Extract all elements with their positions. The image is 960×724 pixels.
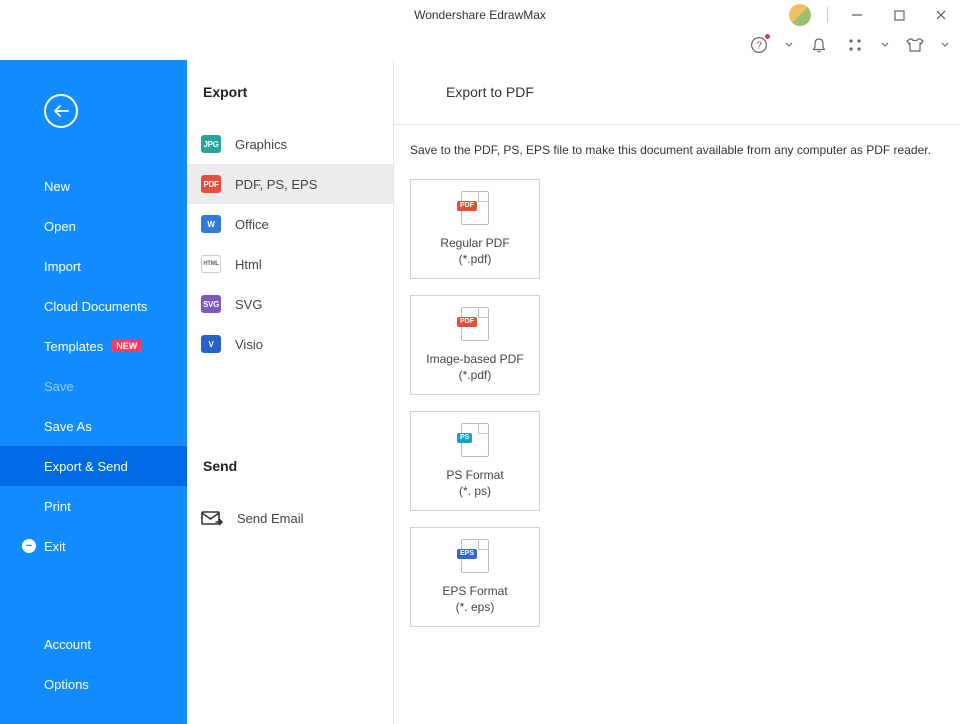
- sidebar-item-print[interactable]: Print: [0, 486, 187, 526]
- sidebar-item-open[interactable]: Open: [0, 206, 187, 246]
- tile-image-based-pdf[interactable]: PDF Image-based PDF(*.pdf): [410, 295, 540, 395]
- tshirt-icon[interactable]: [904, 34, 926, 56]
- tile-eps-format[interactable]: EPS EPS Format(*. eps): [410, 527, 540, 627]
- detail-title: Export to PDF: [410, 60, 944, 108]
- export-item-pdf-ps-eps[interactable]: PDF PDF, PS, EPS: [187, 164, 393, 204]
- page-icon: EPS: [461, 539, 489, 573]
- sidebar-item-label: Import: [44, 259, 81, 274]
- page-icon: PS: [461, 423, 489, 457]
- svg-icon: SVG: [201, 295, 221, 313]
- sidebar-item-account[interactable]: Account: [0, 624, 187, 664]
- email-icon: [201, 509, 223, 527]
- export-item-label: SVG: [235, 297, 262, 312]
- export-item-graphics[interactable]: JPG Graphics: [187, 124, 393, 164]
- send-item-email[interactable]: Send Email: [187, 498, 393, 538]
- export-item-label: PDF, PS, EPS: [235, 177, 317, 192]
- new-badge: NEW: [111, 340, 142, 352]
- sidebar-item-new[interactable]: New: [0, 166, 187, 206]
- ps-badge: PS: [457, 433, 472, 443]
- help-icon[interactable]: ?: [748, 34, 770, 56]
- secondary-toolbar: ?: [0, 30, 960, 60]
- back-button[interactable]: [44, 94, 78, 128]
- chevron-down-icon[interactable]: [940, 34, 950, 56]
- eps-badge: EPS: [457, 549, 477, 559]
- export-item-label: Html: [235, 257, 262, 272]
- sidebar-item-label: Templates: [44, 339, 103, 354]
- export-heading: Export: [187, 60, 393, 124]
- export-send-panel: Export JPG Graphics PDF PDF, PS, EPS W O…: [187, 60, 394, 724]
- export-item-visio[interactable]: V Visio: [187, 324, 393, 364]
- jpg-icon: JPG: [201, 135, 221, 153]
- sidebar: New Open Import Cloud Documents Template…: [0, 60, 187, 724]
- export-item-office[interactable]: W Office: [187, 204, 393, 244]
- tile-label: PS Format(*. ps): [446, 467, 503, 499]
- divider: [827, 7, 828, 23]
- pdf-badge: PDF: [457, 317, 477, 327]
- page-icon: PDF: [461, 307, 489, 341]
- tile-label: EPS Format(*. eps): [442, 583, 507, 615]
- tile-label: Regular PDF(*.pdf): [440, 235, 509, 267]
- svg-text:?: ?: [756, 40, 762, 51]
- export-item-html[interactable]: HTML Html: [187, 244, 393, 284]
- chevron-down-icon[interactable]: [880, 34, 890, 56]
- pdf-icon: PDF: [201, 175, 221, 193]
- sidebar-item-label: Open: [44, 219, 76, 234]
- sidebar-item-label: Print: [44, 499, 71, 514]
- sidebar-item-options[interactable]: Options: [0, 664, 187, 704]
- exit-icon: −: [22, 539, 36, 553]
- sidebar-item-export-send[interactable]: Export & Send: [0, 446, 187, 486]
- sidebar-item-label: Exit: [44, 539, 66, 554]
- sidebar-item-cloud-documents[interactable]: Cloud Documents: [0, 286, 187, 326]
- export-item-svg[interactable]: SVG SVG: [187, 284, 393, 324]
- bell-icon[interactable]: [808, 34, 830, 56]
- sidebar-item-label: Save: [44, 379, 74, 394]
- apps-icon[interactable]: [844, 34, 866, 56]
- close-button[interactable]: [928, 2, 954, 28]
- send-heading: Send: [187, 458, 393, 498]
- page-icon: PDF: [461, 191, 489, 225]
- maximize-button[interactable]: [886, 2, 912, 28]
- sidebar-item-import[interactable]: Import: [0, 246, 187, 286]
- chevron-down-icon[interactable]: [784, 34, 794, 56]
- divider: [394, 124, 960, 125]
- sidebar-item-label: Account: [44, 637, 91, 652]
- word-icon: W: [201, 215, 221, 233]
- send-item-label: Send Email: [237, 511, 303, 526]
- export-detail-panel: Export to PDF Save to the PDF, PS, EPS f…: [394, 60, 960, 724]
- sidebar-item-label: Export & Send: [44, 459, 128, 474]
- minimize-button[interactable]: [844, 2, 870, 28]
- tile-ps-format[interactable]: PS PS Format(*. ps): [410, 411, 540, 511]
- tile-label: Image-based PDF(*.pdf): [426, 351, 523, 383]
- sidebar-item-label: Save As: [44, 419, 92, 434]
- sidebar-item-save: Save: [0, 366, 187, 406]
- pdf-badge: PDF: [457, 201, 477, 211]
- visio-icon: V: [201, 335, 221, 353]
- sidebar-item-label: Cloud Documents: [44, 299, 147, 314]
- sidebar-item-label: New: [44, 179, 70, 194]
- sidebar-item-templates[interactable]: Templates NEW: [0, 326, 187, 366]
- export-item-label: Visio: [235, 337, 263, 352]
- titlebar: Wondershare EdrawMax: [0, 0, 960, 30]
- notification-dot: [765, 34, 770, 39]
- user-avatar[interactable]: [789, 4, 811, 26]
- sidebar-item-label: Options: [44, 677, 89, 692]
- sidebar-item-save-as[interactable]: Save As: [0, 406, 187, 446]
- export-item-label: Graphics: [235, 137, 287, 152]
- sidebar-item-exit[interactable]: − Exit: [0, 526, 187, 566]
- html-icon: HTML: [201, 255, 221, 273]
- detail-description: Save to the PDF, PS, EPS file to make th…: [410, 143, 944, 157]
- export-item-label: Office: [235, 217, 269, 232]
- tile-regular-pdf[interactable]: PDF Regular PDF(*.pdf): [410, 179, 540, 279]
